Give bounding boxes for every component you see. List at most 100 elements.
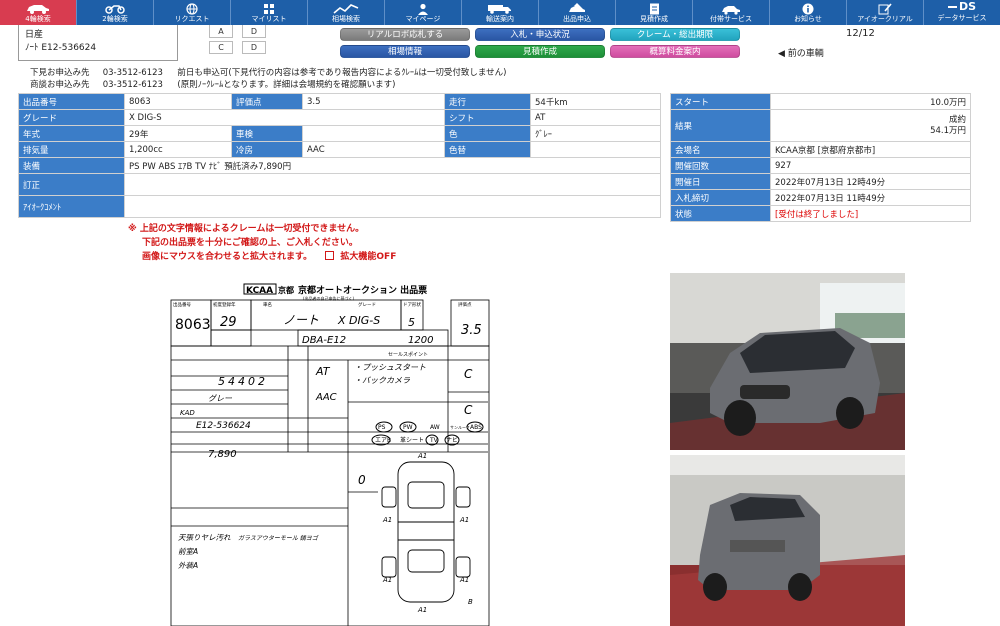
result-label: 結果 — [670, 109, 771, 142]
svg-text:A1: A1 — [459, 516, 469, 524]
contact-label: 下見お申込み先 — [30, 68, 90, 78]
car-icon — [25, 2, 51, 15]
sheet-lot-header: 出品番号 — [173, 301, 191, 308]
sheet-ac: AAC — [315, 392, 337, 403]
grade-box-a: A — [209, 25, 233, 38]
contact-negotiation: 商談お申込み先 03-3512-6123 (原則ﾉｰｸﾚｰﾑとなります。詳細は会… — [30, 79, 395, 91]
sheet-year: 29 — [220, 315, 237, 330]
comment-label: ｱｲｵｰｸｺﾒﾝﾄ — [18, 195, 125, 218]
nav-mypage[interactable]: マイページ — [385, 0, 462, 25]
sheet-sales-point-2: ・バックカメラ — [354, 376, 410, 385]
nav-request[interactable]: リクエスト — [154, 0, 231, 25]
contact-note: (原則ﾉｰｸﾚｰﾑとなります。詳細は会場規約を確認願います) — [177, 80, 396, 90]
inspection-value — [302, 125, 445, 142]
svg-text:A1: A1 — [459, 576, 469, 584]
sheet-cc: 1200 — [408, 335, 433, 346]
nav-data-service[interactable]: DS データサービス — [924, 0, 1000, 25]
info-icon — [802, 2, 814, 15]
aircon-value: AAC — [302, 141, 445, 158]
sheet-mileage: 54402 — [218, 375, 268, 388]
sheet-name-header: 車名 — [263, 301, 272, 308]
nav-transport[interactable]: 輸送案内 — [462, 0, 539, 25]
nav-aiok-real[interactable]: アイオークリアル — [847, 0, 924, 25]
person-icon — [417, 2, 429, 15]
contact-phone: 03-3512-6123 — [102, 80, 163, 90]
truck-icon — [487, 2, 513, 15]
warning-line-1: ※ 上記の文字情報によるクレームは一切受付できません。 — [128, 224, 365, 234]
nav-label: リクエスト — [174, 15, 210, 23]
realtime-bid-button[interactable]: リアルロボ応札する — [340, 28, 470, 41]
correction-value — [124, 173, 661, 196]
rear-photo[interactable] — [670, 455, 905, 626]
sheet-door-header: ドア形状 — [403, 301, 421, 308]
sheet-lot-no: 8063 — [175, 317, 211, 333]
equip-pw: PW — [403, 424, 413, 431]
mileage-value: 54千km — [530, 93, 661, 110]
nav-news[interactable]: お知らせ — [770, 0, 847, 25]
sheet-chassis: E12-536624 — [196, 421, 251, 431]
equip-ps: PS — [378, 424, 386, 431]
market-info-button[interactable]: 相場情報 — [340, 45, 470, 58]
auction-sheet-image[interactable]: KCAA 京都 京都オートオークション 出品票 (出品者の自己申告に基づく) 出… — [168, 282, 494, 626]
quote-button[interactable]: 見積作成 — [475, 45, 605, 58]
inspection-label: 車検 — [231, 125, 303, 142]
vehicle-maker: 日産 — [25, 30, 44, 40]
nav-4wheel-search[interactable]: 4輪検索 — [0, 0, 77, 25]
start-label: スタート — [670, 93, 771, 110]
session-value: 927 — [770, 157, 971, 174]
nav-label: アイオークリアル — [857, 15, 913, 23]
shift-value: AT — [530, 109, 661, 126]
nav-mylist[interactable]: マイリスト — [231, 0, 308, 25]
equip-abs: ABS — [470, 424, 482, 431]
nav-2wheel-search[interactable]: 2輪検索 — [77, 0, 154, 25]
sheet-color: グレー — [208, 394, 233, 403]
ds-badge: DS — [958, 0, 977, 13]
deadline-label: 入札締切 — [670, 189, 771, 206]
sheet-logo: KCAA — [246, 286, 273, 296]
venue-value: KCAA京都 [京都府京都市] — [770, 141, 971, 158]
nav-label: 4輪検索 — [25, 15, 51, 23]
deadline-value: 2022年07月13日 11時49分 — [770, 189, 971, 206]
fee-guide-button[interactable]: 概算料金案内 — [610, 45, 740, 58]
nav-label: 出品申込 — [563, 15, 591, 23]
auction-info-table: スタート 10.0万円 結果 成約 54.1万円 会場名 KCAA京都 [京都府… — [670, 93, 971, 222]
equipment-value: PS PW ABS ｴｱB TV ﾅﾋﾞ 預託済み7,890円 — [124, 157, 661, 174]
grade-value: X DIG-S — [124, 109, 445, 126]
contact-label: 商談お申込み先 — [30, 80, 90, 90]
grade-box-d2: D — [242, 41, 266, 54]
warning-line-3: 画像にマウスを合わせると拡大されます。 — [142, 252, 313, 262]
vehicle-info-table: 出品番号 8063 評価点 3.5 走行 54千km グレード X DIG-S … — [18, 93, 661, 218]
sheet-recycle: 7,890 — [208, 449, 237, 460]
zoom-off-checkbox[interactable] — [325, 251, 335, 260]
sheet-score-header: 評価点 — [458, 301, 472, 308]
sheet-score: 3.5 — [461, 323, 482, 338]
nav-market-search[interactable]: 相場検索 — [308, 0, 385, 25]
contact-note: 前日も申込可(下見代行の内容は参考であり報告内容によるｸﾚｰﾑは一切受付致しませ… — [177, 68, 507, 78]
warning-line-3-row: 画像にマウスを合わせると拡大されます。 拡大機能OFF — [128, 250, 396, 264]
nav-services[interactable]: 付帯サービス — [693, 0, 770, 25]
nav-listing-apply[interactable]: 出品申込 — [539, 0, 616, 25]
front-photo[interactable] — [670, 273, 905, 450]
color-change-label: 色替 — [444, 141, 531, 158]
shift-label: シフト — [444, 109, 531, 126]
nav-label: 見積作成 — [640, 15, 668, 23]
lot-no-label: 出品番号 — [18, 93, 125, 110]
zoom-off-label[interactable]: 拡大機能OFF — [340, 252, 396, 262]
sheet-note-right: ガラスアウターモール 錆ヨゴ — [238, 534, 319, 542]
date-label: 開催日 — [670, 173, 771, 190]
pencil-note-icon — [878, 2, 892, 15]
date-value: 2022年07月13日 12時49分 — [770, 173, 971, 190]
score-label: 評価点 — [231, 93, 303, 110]
document-icon — [649, 2, 660, 15]
sheet-title: 京都オートオークション 出品票 — [298, 284, 427, 296]
claim-deadline-button[interactable]: クレーム・総出期限 — [610, 28, 740, 41]
prev-vehicle-link[interactable]: ◀ 前の車輌 — [778, 46, 824, 59]
sheet-sales-header: セールスポイント — [388, 351, 428, 358]
start-value: 10.0万円 — [770, 93, 971, 110]
vehicle-model-chassis: ﾉｰﾄ E12-536624 — [25, 43, 97, 53]
bid-status-button[interactable]: 入札・申込状況 — [475, 28, 605, 41]
grid-list-icon — [263, 2, 276, 15]
motorbike-icon — [104, 2, 126, 15]
nav-quote[interactable]: 見積作成 — [616, 0, 693, 25]
nav-label: 輸送案内 — [486, 15, 514, 23]
